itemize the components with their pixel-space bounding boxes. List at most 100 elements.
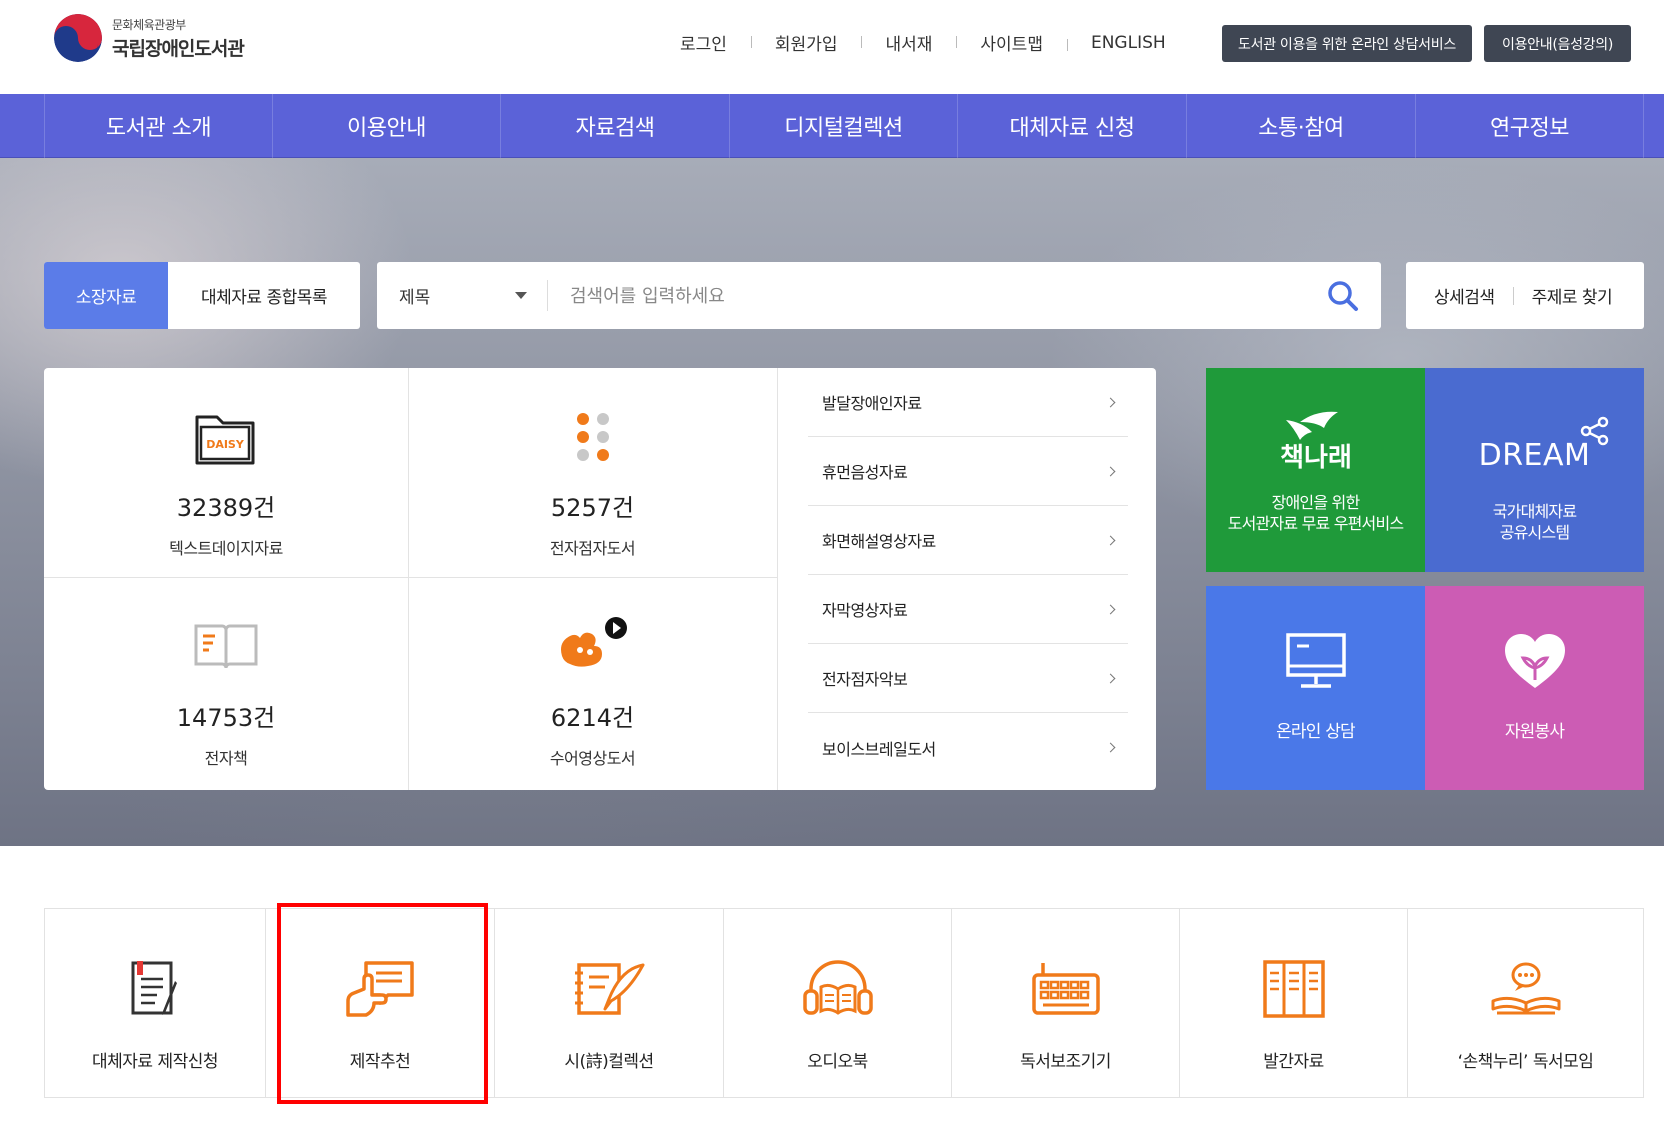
stat-sign-video-count: 6214건: [550, 704, 635, 732]
category-item[interactable]: 발달장애인자료: [808, 368, 1128, 437]
tab-holdings[interactable]: 소장자료: [44, 262, 168, 329]
tab-union-catalog[interactable]: 대체자료 종합목록: [168, 262, 360, 329]
english-link[interactable]: ENGLISH: [1066, 33, 1190, 53]
search-divider: [547, 280, 548, 311]
nav-communication[interactable]: 소통·참여: [1186, 94, 1415, 158]
bookshelf-icon: [1262, 953, 1326, 1025]
chevron-right-icon: [1105, 535, 1116, 545]
stat-daisy-count: 32389건: [176, 494, 276, 522]
login-link[interactable]: 로그인: [660, 30, 751, 55]
dream-tile[interactable]: DREAM 국가대체자료 공유시스템: [1425, 368, 1644, 572]
quick-publications[interactable]: 발간자료: [1180, 909, 1408, 1097]
svg-text:DAISY: DAISY: [206, 438, 245, 451]
category-label: 휴먼음성자료: [822, 463, 908, 482]
book-chat-icon: [1489, 953, 1563, 1025]
chaeknarae-logo-icon: 책나래: [1280, 411, 1352, 472]
search-box: 제목: [377, 262, 1381, 329]
volunteer-tile[interactable]: 자원봉사: [1425, 586, 1644, 790]
logo-library-name: 국립장애인도서관: [112, 37, 245, 60]
quick-production-recommend[interactable]: 제작추천: [266, 909, 495, 1097]
search-input[interactable]: [570, 276, 1290, 316]
speech-hand-icon: [344, 953, 416, 1025]
category-item[interactable]: 전자점자악보: [808, 644, 1128, 713]
notebook-quill-icon: [571, 953, 647, 1025]
quick-menu: 대체자료 제작신청 제작추천 시(詩)컬렉션 오디오북 독서보조기기 발간자료 …: [44, 908, 1644, 1098]
quick-reading-devices[interactable]: 독서보조기기: [952, 909, 1180, 1097]
chevron-right-icon: [1105, 673, 1116, 683]
quick-label: 독서보조기기: [1020, 1052, 1111, 1072]
quick-reading-club[interactable]: ‘손책누리’ 독서모임: [1408, 909, 1643, 1097]
signup-link[interactable]: 회원가입: [750, 30, 862, 55]
nav-alternative-request[interactable]: 대체자료 신청: [957, 94, 1186, 158]
quick-label: 발간자료: [1263, 1052, 1324, 1072]
site-header: 문화체육관광부 국립장애인도서관 로그인 회원가입 내서재 사이트맵 ENGLI…: [0, 0, 1664, 94]
chevron-right-icon: [1105, 397, 1116, 407]
stat-ebook-count: 14753건: [176, 704, 276, 732]
chaeknarae-logo-text: 책나래: [1280, 443, 1352, 472]
category-item[interactable]: 자막영상자료: [808, 575, 1128, 644]
chaeknarae-desc: 장애인을 위한 도서관자료 무료 우편서비스: [1228, 492, 1404, 534]
category-label: 전자점자악보: [822, 670, 908, 689]
hero-section: 소장자료 대체자료 종합목록 제목 상세검색 주제로 찾기 DAI: [0, 158, 1664, 846]
site-logo[interactable]: 문화체육관광부 국립장애인도서관: [54, 14, 245, 62]
collection-stats-panel: DAISY 32389건 텍스트데이지자료 5257건 전자점자도서 14753…: [44, 368, 1156, 790]
online-consult-button[interactable]: 도서관 이용을 위한 온라인 상담서비스: [1222, 25, 1472, 62]
search-icon[interactable]: [1325, 278, 1361, 314]
logo-ministry-text: 문화체육관광부: [112, 17, 186, 32]
subject-search-link[interactable]: 주제로 찾기: [1532, 283, 1613, 308]
category-label: 발달장애인자료: [822, 394, 922, 413]
nav-usage-guide[interactable]: 이용안내: [272, 94, 500, 158]
chaeknarae-tile[interactable]: 책나래 장애인을 위한 도서관자료 무료 우편서비스: [1206, 368, 1425, 572]
quick-alt-request[interactable]: 대체자료 제작신청: [45, 909, 266, 1097]
online-consult-tile[interactable]: 온라인 상담: [1206, 586, 1425, 790]
stat-ebook-label: 전자책: [204, 749, 248, 768]
quick-label: 제작추천: [349, 1052, 411, 1072]
search-field-select[interactable]: 제목: [377, 262, 547, 329]
headphone-book-icon: [802, 953, 873, 1025]
category-label: 화면해설영상자료: [822, 532, 936, 551]
stat-ebook[interactable]: 14753건 전자책: [44, 612, 408, 769]
nav-digital-collection[interactable]: 디지털컬렉션: [729, 94, 957, 158]
share-icon: [1580, 416, 1609, 446]
nav-material-search[interactable]: 자료검색: [500, 94, 729, 158]
main-navigation: 도서관 소개 이용안내 자료검색 디지털컬렉션 대체자료 신청 소통·참여 연구…: [0, 94, 1664, 158]
category-label: 보이스브레일도서: [822, 739, 936, 759]
utility-nav: 로그인 회원가입 내서재 사이트맵 ENGLISH: [660, 30, 1190, 56]
category-item[interactable]: 화면해설영상자료: [808, 506, 1128, 575]
chevron-right-icon: [1105, 604, 1116, 614]
dream-desc: 국가대체자료 공유시스템: [1493, 501, 1577, 543]
document-pen-icon: [127, 953, 183, 1025]
stat-ebraille[interactable]: 5257건 전자점자도서: [408, 402, 777, 559]
chaeknarae-desc-line1: 장애인을 위한: [1271, 493, 1361, 512]
sitemap-link[interactable]: 사이트맵: [956, 30, 1067, 55]
stat-sign-video[interactable]: 6214건 수어영상도서: [408, 612, 777, 769]
category-item[interactable]: 휴먼음성자료: [808, 437, 1128, 506]
caret-down-icon: [515, 292, 527, 299]
quick-label: 시(詩)컬렉션: [564, 1052, 654, 1072]
braille-keyboard-icon: [1031, 953, 1101, 1025]
monitor-icon: [1285, 633, 1346, 688]
chaeknarae-desc-line2: 도서관자료 무료 우편서비스: [1227, 514, 1404, 533]
quick-label: ‘손책누리’ 독서모임: [1457, 1052, 1594, 1072]
divider: [777, 368, 778, 790]
nav-library-intro[interactable]: 도서관 소개: [44, 94, 272, 158]
divider: [44, 577, 777, 578]
advanced-search-link[interactable]: 상세검색: [1434, 283, 1495, 308]
braille-dots-icon: [573, 402, 613, 472]
category-item[interactable]: 보이스브레일도서: [808, 713, 1128, 782]
sign-language-video-icon: [556, 612, 630, 682]
taegeuk-logo-icon: [54, 14, 102, 62]
my-library-link[interactable]: 내서재: [861, 30, 956, 55]
audio-guide-button[interactable]: 이용안내(음성강의): [1484, 25, 1631, 62]
stat-ebraille-label: 전자점자도서: [549, 539, 636, 558]
stat-daisy[interactable]: DAISY 32389건 텍스트데이지자료: [44, 402, 408, 559]
chevron-right-icon: [1105, 742, 1116, 753]
heart-sprout-icon: [1504, 634, 1565, 688]
advanced-search-box: 상세검색 주제로 찾기: [1406, 262, 1644, 329]
quick-audiobook[interactable]: 오디오북: [724, 909, 952, 1097]
chevron-right-icon: [1105, 466, 1116, 476]
search-field-value: 제목: [399, 288, 431, 308]
quick-poetry-collection[interactable]: 시(詩)컬렉션: [495, 909, 724, 1097]
nav-research-info[interactable]: 연구정보: [1415, 94, 1644, 158]
search-tabs: 소장자료 대체자료 종합목록: [44, 262, 360, 329]
